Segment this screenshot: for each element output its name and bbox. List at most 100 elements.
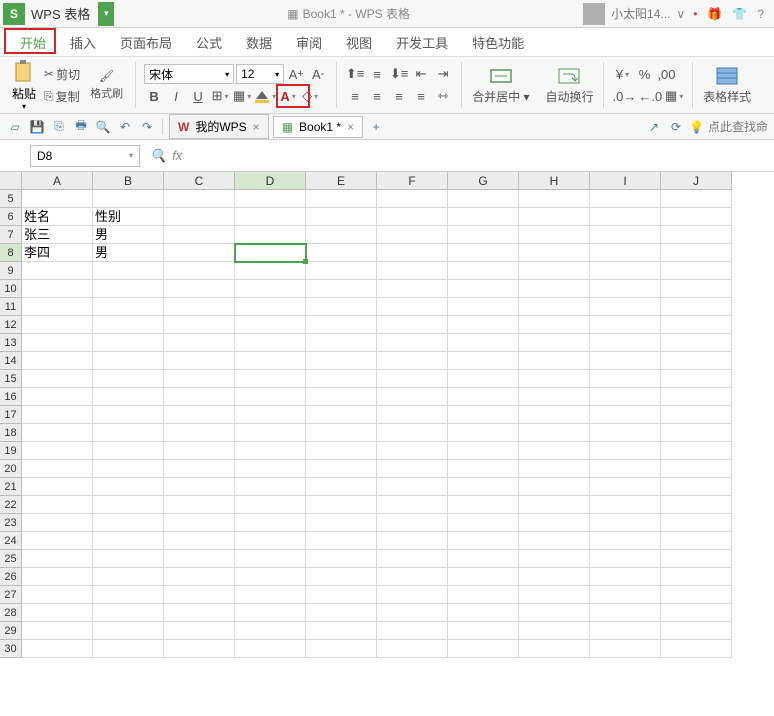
cell-B12[interactable] <box>93 316 164 334</box>
cell-J13[interactable] <box>661 334 732 352</box>
cell-A23[interactable] <box>22 514 93 532</box>
cell-F9[interactable] <box>377 262 448 280</box>
cell-F6[interactable] <box>377 208 448 226</box>
search-commands-label[interactable]: 点此查找命 <box>708 118 768 135</box>
cell-F5[interactable] <box>377 190 448 208</box>
cell-I20[interactable] <box>590 460 661 478</box>
cell-I18[interactable] <box>590 424 661 442</box>
cell-D12[interactable] <box>235 316 306 334</box>
cell-F8[interactable] <box>377 244 448 262</box>
cell-J8[interactable] <box>661 244 732 262</box>
cell-C29[interactable] <box>164 622 235 640</box>
cell-D5[interactable] <box>235 190 306 208</box>
cell-A5[interactable] <box>22 190 93 208</box>
menu-tab-1[interactable]: 插入 <box>58 29 108 56</box>
cell-E5[interactable] <box>306 190 377 208</box>
cell-C15[interactable] <box>164 370 235 388</box>
cell-I27[interactable] <box>590 586 661 604</box>
menu-tab-2[interactable]: 页面布局 <box>108 29 184 56</box>
row-header-10[interactable]: 10 <box>0 280 22 298</box>
row-header-25[interactable]: 25 <box>0 550 22 568</box>
undo-button[interactable]: ↶ <box>116 118 134 136</box>
cell-C26[interactable] <box>164 568 235 586</box>
my-wps-tab[interactable]: W 我的WPS × <box>169 114 269 139</box>
cell-B15[interactable] <box>93 370 164 388</box>
col-header-J[interactable]: J <box>661 172 732 190</box>
cell-F21[interactable] <box>377 478 448 496</box>
cell-E25[interactable] <box>306 550 377 568</box>
cell-A27[interactable] <box>22 586 93 604</box>
cell-G5[interactable] <box>448 190 519 208</box>
cell-D24[interactable] <box>235 532 306 550</box>
cell-H18[interactable] <box>519 424 590 442</box>
cell-F13[interactable] <box>377 334 448 352</box>
row-header-20[interactable]: 20 <box>0 460 22 478</box>
row-header-19[interactable]: 19 <box>0 442 22 460</box>
notification-icon[interactable]: • <box>691 5 699 23</box>
col-header-C[interactable]: C <box>164 172 235 190</box>
cell-E29[interactable] <box>306 622 377 640</box>
col-header-E[interactable]: E <box>306 172 377 190</box>
cell-H21[interactable] <box>519 478 590 496</box>
cell-H24[interactable] <box>519 532 590 550</box>
cell-G22[interactable] <box>448 496 519 514</box>
cut-button[interactable]: ✂剪切 <box>40 64 84 85</box>
app-menu-dropdown[interactable]: ▾ <box>98 2 114 26</box>
redo-button[interactable]: ↷ <box>138 118 156 136</box>
cell-G19[interactable] <box>448 442 519 460</box>
cell-F7[interactable] <box>377 226 448 244</box>
cell-D14[interactable] <box>235 352 306 370</box>
decrease-indent-button[interactable]: ⇤ <box>411 64 431 84</box>
cell-E15[interactable] <box>306 370 377 388</box>
col-header-B[interactable]: B <box>93 172 164 190</box>
cell-D25[interactable] <box>235 550 306 568</box>
copy-button[interactable]: ⎘复制 <box>40 86 84 107</box>
cell-D15[interactable] <box>235 370 306 388</box>
cell-D26[interactable] <box>235 568 306 586</box>
cell-A22[interactable] <box>22 496 93 514</box>
font-size-select[interactable]: 12▾ <box>236 64 284 84</box>
cell-A14[interactable] <box>22 352 93 370</box>
decrease-font-button[interactable]: A- <box>308 64 328 84</box>
cell-E23[interactable] <box>306 514 377 532</box>
cell-G17[interactable] <box>448 406 519 424</box>
cell-I14[interactable] <box>590 352 661 370</box>
cell-B23[interactable] <box>93 514 164 532</box>
increase-indent-button[interactable]: ⇥ <box>433 64 453 84</box>
cell-H28[interactable] <box>519 604 590 622</box>
cell-C27[interactable] <box>164 586 235 604</box>
cell-B26[interactable] <box>93 568 164 586</box>
font-color-button[interactable]: A <box>278 86 298 106</box>
cell-A30[interactable] <box>22 640 93 658</box>
paste-button[interactable]: 粘贴▾ <box>10 57 38 113</box>
cell-J21[interactable] <box>661 478 732 496</box>
cell-G26[interactable] <box>448 568 519 586</box>
cell-B18[interactable] <box>93 424 164 442</box>
cell-G12[interactable] <box>448 316 519 334</box>
cell-J17[interactable] <box>661 406 732 424</box>
cell-E18[interactable] <box>306 424 377 442</box>
cell-F10[interactable] <box>377 280 448 298</box>
cell-B29[interactable] <box>93 622 164 640</box>
cell-G6[interactable] <box>448 208 519 226</box>
cell-J30[interactable] <box>661 640 732 658</box>
cell-B13[interactable] <box>93 334 164 352</box>
percent-button[interactable]: % <box>634 64 654 84</box>
cell-J16[interactable] <box>661 388 732 406</box>
col-header-A[interactable]: A <box>22 172 93 190</box>
cell-A29[interactable] <box>22 622 93 640</box>
cell-F26[interactable] <box>377 568 448 586</box>
clear-format-button[interactable]: ◇ <box>300 86 320 106</box>
select-all-corner[interactable] <box>0 172 22 190</box>
cell-H15[interactable] <box>519 370 590 388</box>
cell-A26[interactable] <box>22 568 93 586</box>
cell-E12[interactable] <box>306 316 377 334</box>
cell-I24[interactable] <box>590 532 661 550</box>
cell-G27[interactable] <box>448 586 519 604</box>
cell-D11[interactable] <box>235 298 306 316</box>
cell-G23[interactable] <box>448 514 519 532</box>
row-header-11[interactable]: 11 <box>0 298 22 316</box>
cell-A20[interactable] <box>22 460 93 478</box>
cell-F23[interactable] <box>377 514 448 532</box>
cell-J5[interactable] <box>661 190 732 208</box>
